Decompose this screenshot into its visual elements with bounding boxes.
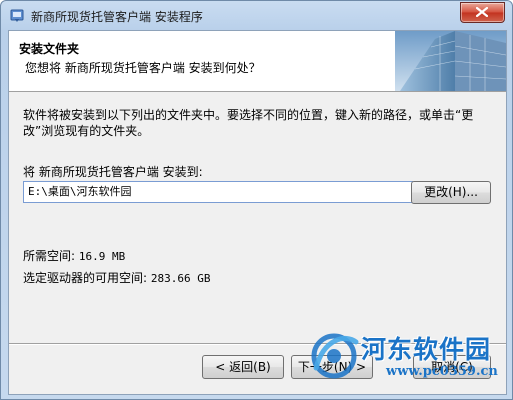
close-button[interactable] xyxy=(460,2,505,23)
back-button[interactable]: < 返回(B) xyxy=(202,355,284,379)
cancel-button[interactable]: 取消(C) xyxy=(413,355,491,379)
header-panel: 安装文件夹 您想将 新商所现货托管客户端 安装到何处？ xyxy=(9,31,506,92)
footer-divider xyxy=(9,343,506,345)
installer-app-icon xyxy=(10,9,24,22)
dialog-content: 安装文件夹 您想将 新商所现货托管客户端 安装到何处？ 软件将被安装到以下列出的… xyxy=(8,30,507,395)
page-subtitle: 您想将 新商所现货托管客户端 安装到何处？ xyxy=(25,61,261,75)
instructions-text: 软件将被安装到以下列出的文件夹中。要选择不同的位置，键入新的路径，或单击“更改”… xyxy=(23,108,474,138)
change-folder-button[interactable]: 更改(H)... xyxy=(411,181,491,204)
space-available-value: 283.66 GB xyxy=(150,272,211,285)
install-path-input[interactable]: E:\桌面\河东软件园 xyxy=(23,181,413,203)
title-bar[interactable]: 新商所现货托管客户端 安装程序 xyxy=(1,1,512,29)
window-title: 新商所现货托管客户端 安装程序 xyxy=(31,10,203,24)
space-available: 选定驱动器的可用空间: 283.66 GB xyxy=(23,269,210,286)
installer-window: 新商所现货托管客户端 安装程序 安装文件夹 您想将 新商所现货托管客户端 安装到… xyxy=(0,0,513,400)
space-required-label: 所需空间: xyxy=(23,249,79,263)
building-banner-image xyxy=(395,31,506,91)
page-title: 安装文件夹 xyxy=(19,42,80,56)
install-location-label: 将 新商所现货托管客户端 安装到: xyxy=(23,165,203,179)
space-required: 所需空间: 16.9 MB xyxy=(23,247,125,264)
close-icon xyxy=(476,7,488,17)
next-button[interactable]: 下一步(N) > xyxy=(291,355,373,379)
space-required-value: 16.9 MB xyxy=(78,250,126,263)
space-available-label: 选定驱动器的可用空间: xyxy=(23,271,151,285)
